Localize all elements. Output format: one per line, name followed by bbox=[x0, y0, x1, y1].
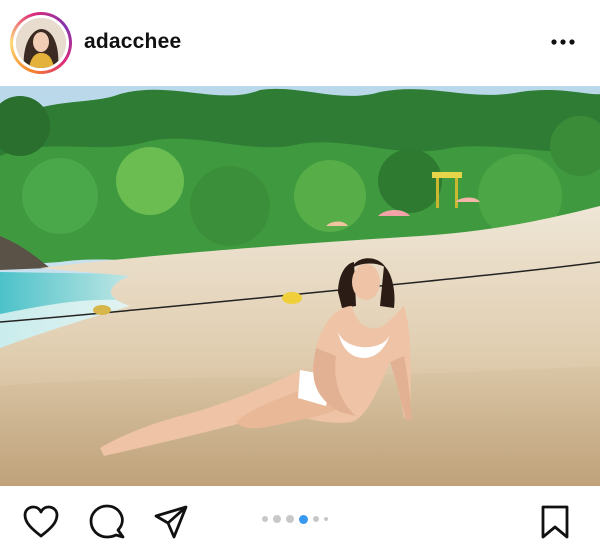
username[interactable]: adacchee bbox=[84, 30, 181, 54]
carousel-dot bbox=[324, 517, 328, 521]
instagram-post: adacchee bbox=[0, 0, 600, 546]
paper-plane-icon[interactable] bbox=[152, 504, 190, 540]
post-photo[interactable] bbox=[0, 86, 600, 486]
more-options-icon[interactable] bbox=[550, 34, 576, 50]
carousel-dot bbox=[313, 516, 319, 522]
carousel-dot-active bbox=[299, 514, 308, 524]
heart-icon[interactable] bbox=[22, 504, 60, 540]
post-header: adacchee bbox=[0, 0, 600, 86]
bookmark-icon[interactable] bbox=[536, 504, 574, 540]
carousel-dot bbox=[286, 515, 294, 523]
comment-icon[interactable] bbox=[88, 504, 126, 540]
avatar-image bbox=[16, 18, 66, 68]
carousel-indicator bbox=[262, 513, 328, 525]
carousel-dot bbox=[273, 515, 281, 523]
beach-scene-image bbox=[0, 86, 600, 486]
carousel-dot bbox=[262, 516, 268, 522]
avatar[interactable] bbox=[16, 18, 66, 68]
story-ring[interactable] bbox=[10, 12, 72, 74]
